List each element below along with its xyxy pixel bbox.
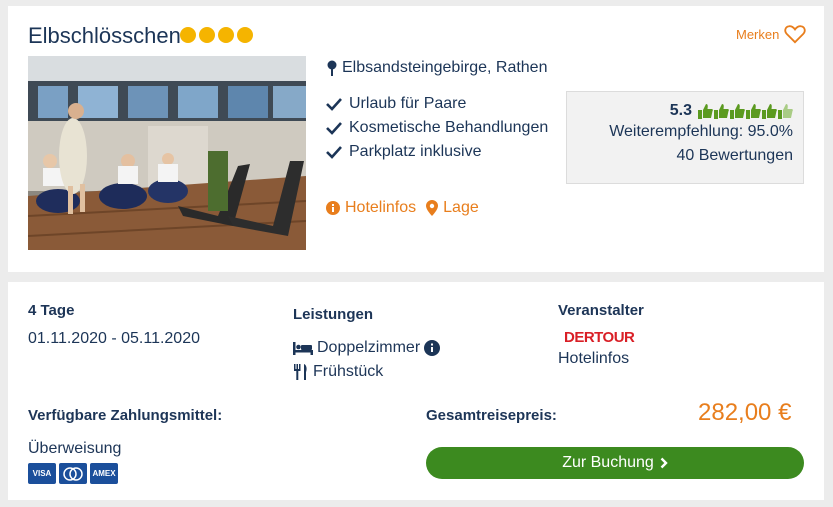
- payment-method: Überweisung: [28, 440, 122, 457]
- operator-heading: Veranstalter: [558, 302, 644, 319]
- spa-scene-image: [28, 56, 306, 250]
- feature-label: Parkplatz inklusive: [349, 143, 482, 160]
- booking-button-label: Zur Buchung: [562, 454, 654, 471]
- star-icon: [237, 27, 253, 43]
- room-type: Doppelzimmer: [293, 336, 441, 360]
- hotelinfos-link[interactable]: Hotelinfos: [326, 199, 416, 217]
- feature-label: Urlaub für Paare: [349, 95, 467, 112]
- lage-label: Lage: [443, 199, 479, 216]
- trip-duration: 4 Tage: [28, 302, 75, 319]
- feature-item: Urlaub für Paare: [326, 92, 548, 116]
- cutlery-icon: [294, 364, 307, 380]
- amex-icon: AMEX: [90, 463, 118, 484]
- check-icon: [326, 98, 342, 111]
- chevron-right-icon: [660, 457, 668, 469]
- room-label: Doppelzimmer: [317, 339, 421, 356]
- services-heading: Leistungen: [293, 306, 374, 323]
- star-icon: [180, 27, 196, 43]
- thumbs-up-icon: [714, 104, 729, 119]
- visa-icon: VISA: [28, 463, 56, 484]
- thumbs-up-icon: [762, 104, 777, 119]
- bed-icon: [293, 342, 313, 355]
- trip-dates: 01.11.2020 - 05.11.2020: [28, 330, 200, 347]
- hotel-card: Elbschlösschen Merken Elbsandsteingebirg…: [8, 6, 824, 272]
- mastercard-circles: [63, 466, 83, 481]
- total-price: 282,00 €: [698, 399, 792, 426]
- map-pin-icon: [327, 60, 337, 76]
- dertour-logo: DERTOUR: [564, 329, 635, 346]
- payment-cards: VISA AMEX: [28, 463, 118, 484]
- offer-card: 4 Tage 01.11.2020 - 05.11.2020 Leistunge…: [8, 282, 824, 500]
- star-icon: [218, 27, 234, 43]
- feature-item: Kosmetische Behandlungen: [326, 116, 548, 140]
- rating-box[interactable]: 5.3 Weiterempfehlung: 95.0% 40 Bewertung…: [566, 91, 804, 184]
- booking-button[interactable]: Zur Buchung: [426, 447, 804, 479]
- feature-item: Parkplatz inklusive: [326, 140, 548, 164]
- info-icon[interactable]: [424, 340, 441, 356]
- info-icon: [326, 201, 340, 215]
- mastercard-icon: [59, 463, 87, 484]
- services-list: Doppelzimmer Frühstück: [293, 336, 441, 384]
- hotel-location: Elbsandsteingebirge, Rathen: [326, 59, 547, 77]
- hotel-name[interactable]: Elbschlösschen: [28, 23, 181, 49]
- operator-hotelinfos-link[interactable]: Hotelinfos: [558, 350, 629, 368]
- rating-score-line: 5.3: [577, 102, 793, 120]
- hotel-photo[interactable]: [28, 56, 306, 250]
- board-type: Frühstück: [293, 360, 440, 384]
- merken-label: Merken: [736, 26, 780, 42]
- rating-score: 5.3: [669, 102, 692, 119]
- location-text: Elbsandsteingebirge, Rathen: [342, 59, 548, 76]
- map-marker-icon: [426, 200, 439, 216]
- hotel-stars: [180, 27, 253, 43]
- hotelinfos-label: Hotelinfos: [345, 199, 417, 216]
- total-price-label: Gesamtreisepreis:: [426, 407, 557, 424]
- check-icon: [326, 122, 342, 135]
- star-icon: [199, 27, 215, 43]
- feature-label: Kosmetische Behandlungen: [349, 119, 549, 136]
- thumbs-up-icon: [746, 104, 761, 119]
- payment-heading: Verfügbare Zahlungsmittel:: [28, 407, 223, 424]
- thumbs-up-half-icon: [778, 104, 793, 119]
- merken-button[interactable]: Merken: [736, 24, 807, 44]
- check-icon: [326, 146, 342, 159]
- info-links: Hotelinfos Lage: [326, 199, 479, 217]
- review-count[interactable]: 40 Bewertungen: [577, 144, 793, 168]
- recommendation-text: Weiterempfehlung: 95.0%: [609, 123, 793, 140]
- lage-link[interactable]: Lage: [426, 199, 479, 217]
- heart-icon: [784, 25, 807, 44]
- feature-list: Urlaub für Paare Kosmetische Behandlunge…: [326, 92, 548, 164]
- thumbs-up-icon: [730, 104, 745, 119]
- rating-thumbs: [698, 103, 793, 119]
- thumbs-up-icon: [698, 104, 713, 119]
- board-label: Frühstück: [313, 363, 384, 380]
